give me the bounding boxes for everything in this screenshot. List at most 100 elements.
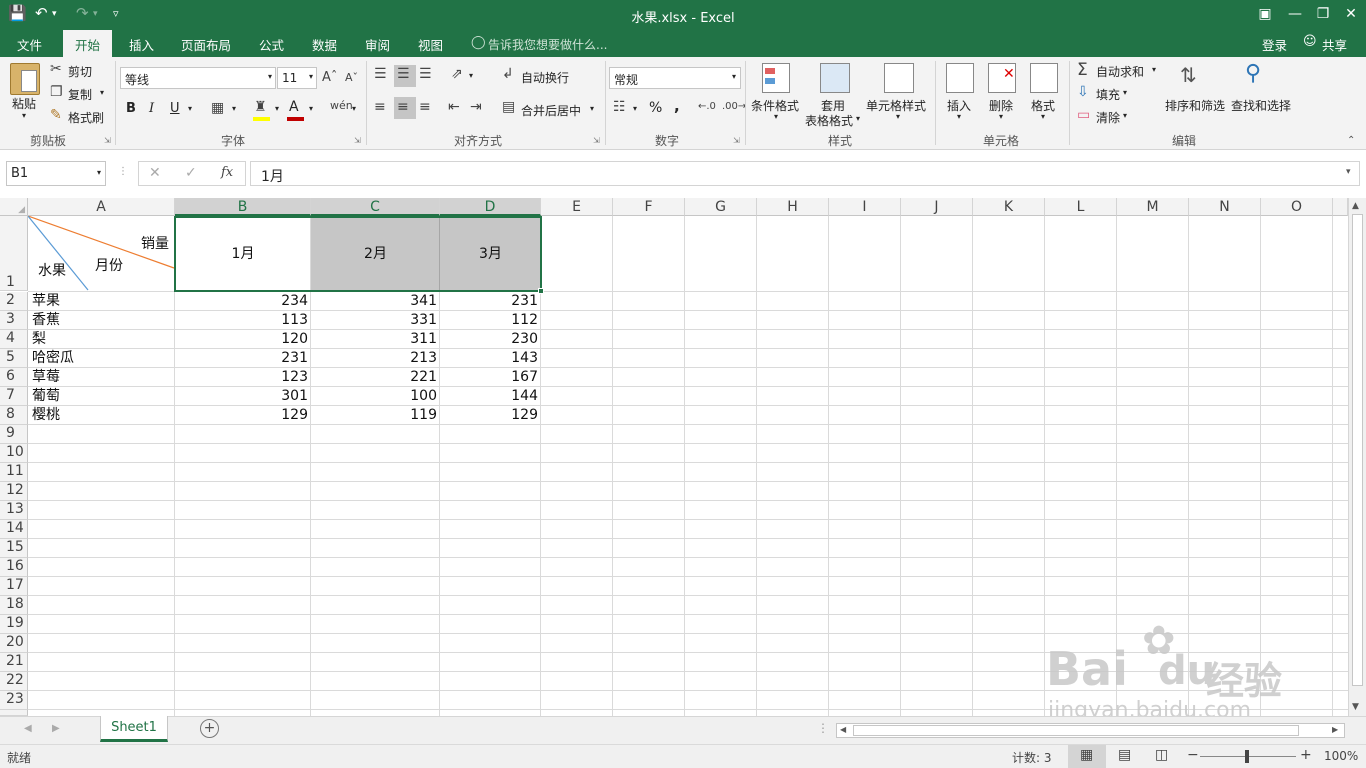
value-cell[interactable]: 341	[311, 292, 440, 311]
scroll-thumb[interactable]	[1352, 214, 1363, 686]
restore-icon[interactable]: ❐	[1312, 3, 1334, 25]
underline-button[interactable]: U	[170, 101, 180, 116]
worksheet-grid[interactable]: ◢ A B C D E F G H I J K L M N O 1 2 3 4 …	[0, 198, 1348, 716]
tab-view[interactable]: 视图	[418, 35, 443, 54]
tab-review[interactable]: 审阅	[365, 35, 390, 54]
fruit-cell[interactable]: 梨	[32, 330, 46, 349]
row-header-14[interactable]: 14	[0, 520, 28, 539]
column-header-g[interactable]: G	[685, 198, 757, 216]
tab-home[interactable]: 开始	[63, 30, 113, 57]
fruit-cell[interactable]: 香蕉	[32, 311, 60, 330]
scroll-left-icon[interactable]: ◀	[840, 725, 846, 734]
chevron-down-icon[interactable]: ▾	[352, 104, 356, 113]
align-left-icon[interactable]: ≡	[374, 99, 386, 115]
zoom-out-icon[interactable]: −	[1187, 747, 1199, 763]
value-cell[interactable]: 123	[175, 368, 311, 387]
row-header-18[interactable]: 18	[0, 596, 28, 615]
row-header-5[interactable]: 5	[0, 349, 28, 368]
row-header-15[interactable]: 15	[0, 539, 28, 558]
row-header-21[interactable]: 21	[0, 653, 28, 672]
sign-in-link[interactable]: 登录	[1262, 35, 1287, 54]
zoom-in-icon[interactable]: +	[1300, 747, 1312, 763]
currency-icon[interactable]: ☷	[613, 99, 626, 115]
bold-button[interactable]: B	[126, 101, 136, 116]
row-header-11[interactable]: 11	[0, 463, 28, 482]
tab-formulas[interactable]: 公式	[259, 35, 284, 54]
chevron-down-icon[interactable]: ▾	[856, 114, 860, 123]
row-header-6[interactable]: 6	[0, 368, 28, 387]
fruit-cell[interactable]: 哈密瓜	[32, 349, 74, 368]
increase-indent-icon[interactable]: ⇥	[470, 99, 482, 115]
page-break-view-icon[interactable]: ◫	[1155, 747, 1168, 763]
value-cell[interactable]: 230	[440, 330, 541, 349]
format-as-table-icon[interactable]	[820, 63, 850, 93]
chevron-down-icon[interactable]: ▾	[590, 104, 594, 113]
format-cells-icon[interactable]	[1030, 63, 1058, 93]
sort-filter-icon[interactable]: ⇅	[1180, 63, 1197, 87]
value-cell[interactable]: 234	[175, 292, 311, 311]
column-header-j[interactable]: J	[901, 198, 973, 216]
value-cell[interactable]: 112	[440, 311, 541, 330]
decrease-decimal-icon[interactable]: .00→	[722, 101, 746, 112]
horizontal-scrollbar[interactable]: ◀ ▶	[836, 723, 1345, 738]
row-header-10[interactable]: 10	[0, 444, 28, 463]
copy-button[interactable]: 复制	[68, 86, 92, 103]
percent-button[interactable]: %	[649, 100, 662, 116]
chevron-down-icon[interactable]: ▾	[999, 112, 1003, 121]
column-header-k[interactable]: K	[973, 198, 1045, 216]
scroll-right-icon[interactable]: ▶	[1332, 725, 1338, 734]
column-header-b[interactable]: B	[175, 198, 311, 216]
dialog-launcher-icon[interactable]: ⇲	[733, 136, 740, 145]
vertical-scrollbar[interactable]: ▲ ▼	[1348, 198, 1366, 716]
dialog-launcher-icon[interactable]: ⇲	[593, 136, 600, 145]
tab-data[interactable]: 数据	[312, 35, 337, 54]
autosum-button[interactable]: 自动求和	[1096, 63, 1144, 80]
column-header-h[interactable]: H	[757, 198, 829, 216]
comma-button[interactable]: ,	[674, 97, 680, 115]
fill-down-icon[interactable]: ⇩	[1077, 84, 1089, 100]
row-header-3[interactable]: 3	[0, 311, 28, 330]
column-header-n[interactable]: N	[1189, 198, 1261, 216]
increase-font-icon[interactable]: Aˆ	[322, 70, 337, 85]
conditional-format-icon[interactable]	[762, 63, 790, 93]
name-box[interactable]: B1 ▾	[6, 161, 106, 186]
clear-button[interactable]: 清除	[1096, 109, 1120, 126]
value-cell[interactable]: 129	[175, 406, 311, 425]
chevron-down-icon[interactable]: ▾	[309, 104, 313, 113]
find-select-icon[interactable]: ⚲	[1245, 61, 1261, 86]
zoom-slider-thumb[interactable]	[1245, 750, 1249, 763]
scissors-icon[interactable]: ✂	[50, 61, 62, 77]
column-header-a[interactable]: A	[28, 198, 175, 216]
chevron-down-icon[interactable]: ▾	[1123, 111, 1127, 120]
format-painter-icon[interactable]: ✎	[50, 107, 62, 123]
align-middle-icon[interactable]: ☰	[397, 66, 410, 82]
tab-insert[interactable]: 插入	[129, 35, 154, 54]
find-select-button[interactable]: 查找和选择	[1231, 97, 1291, 114]
format-painter-button[interactable]: 格式刷	[68, 109, 104, 126]
row-header-1[interactable]: 1	[0, 216, 28, 291]
row-header-23[interactable]: 23	[0, 691, 28, 710]
cancel-icon[interactable]: ✕	[149, 165, 161, 181]
paste-button[interactable]: 粘贴	[12, 95, 36, 112]
chevron-down-icon[interactable]: ▾	[188, 104, 192, 113]
merge-center-button[interactable]: 合并后居中	[521, 102, 581, 119]
row-header-16[interactable]: 16	[0, 558, 28, 577]
font-name-select[interactable]: 等线 ▾	[120, 67, 276, 89]
autosum-icon[interactable]: Σ	[1077, 60, 1088, 80]
chevron-down-icon[interactable]: ▾	[232, 104, 236, 113]
format-as-table-line2[interactable]: 表格格式	[805, 112, 853, 129]
fruit-cell[interactable]: 草莓	[32, 368, 60, 387]
chevron-down-icon[interactable]: ▾	[22, 111, 26, 120]
insert-function-icon[interactable]: fx	[221, 165, 233, 180]
expand-formula-icon[interactable]: ▾	[1346, 167, 1351, 177]
insert-cells-icon[interactable]	[946, 63, 974, 93]
italic-button[interactable]: I	[149, 101, 154, 116]
scroll-up-icon[interactable]: ▲	[1352, 201, 1359, 211]
delete-cells-icon[interactable]: ✕	[988, 63, 1016, 93]
align-center-icon[interactable]: ≡	[397, 99, 409, 115]
row-header-22[interactable]: 22	[0, 672, 28, 691]
chevron-down-icon[interactable]: ▾	[469, 71, 473, 80]
scroll-thumb[interactable]	[853, 725, 1299, 736]
chevron-down-icon[interactable]: ▾	[1041, 112, 1045, 121]
collapse-ribbon-icon[interactable]: ⌃	[1347, 135, 1355, 146]
